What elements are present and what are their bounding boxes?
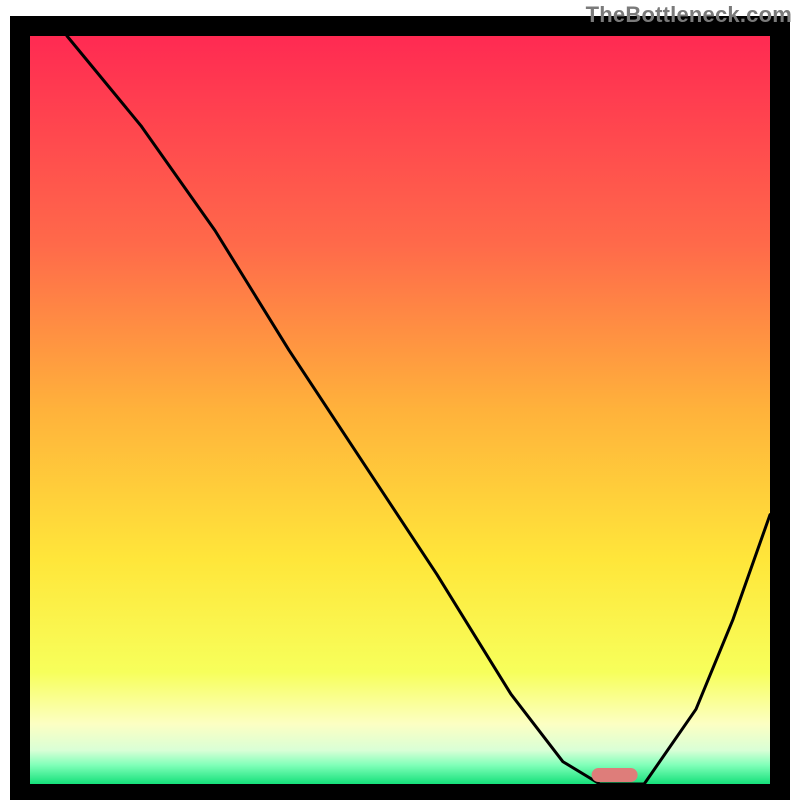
watermark-text: TheBottleneck.com [586, 2, 792, 28]
plot-background [30, 36, 770, 784]
optimal-marker [592, 768, 638, 782]
bottleneck-chart [0, 0, 800, 800]
chart-container: TheBottleneck.com [0, 0, 800, 800]
